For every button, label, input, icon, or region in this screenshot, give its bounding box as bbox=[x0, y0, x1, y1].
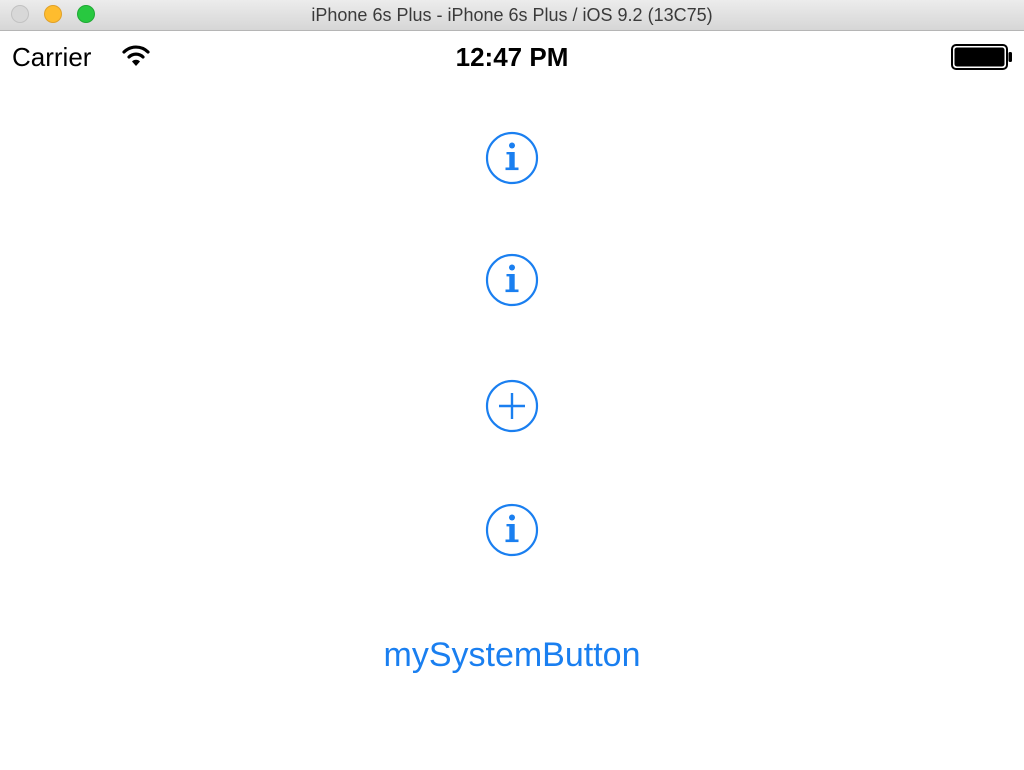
info-icon bbox=[485, 253, 539, 307]
info-button-1[interactable] bbox=[484, 130, 540, 186]
window-title: iPhone 6s Plus - iPhone 6s Plus / iOS 9.… bbox=[311, 5, 713, 25]
status-time: 12:47 PM bbox=[455, 42, 569, 72]
plus-circle-icon bbox=[485, 379, 539, 433]
info-button-2[interactable] bbox=[484, 252, 540, 308]
ios-status-bar: Carrier 12:47 PM bbox=[0, 31, 1024, 85]
battery-icon bbox=[951, 44, 1013, 70]
contact-add-button[interactable] bbox=[484, 378, 540, 434]
my-system-button[interactable]: mySystemButton bbox=[312, 630, 712, 680]
simulator-title-bar: iPhone 6s Plus - iPhone 6s Plus / iOS 9.… bbox=[0, 0, 1024, 31]
info-icon bbox=[485, 131, 539, 185]
info-icon bbox=[485, 503, 539, 557]
info-button-3[interactable] bbox=[484, 502, 540, 558]
